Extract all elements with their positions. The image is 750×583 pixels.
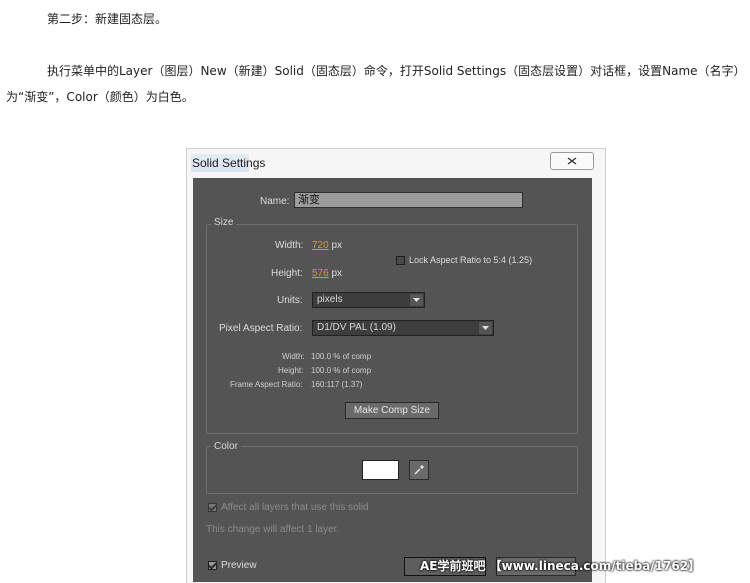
close-x-icon [567,157,577,165]
info-height-label: Height: [278,366,304,375]
info-frame-aspect-value: 160:117 (1.37) [311,380,363,389]
units-dropdown[interactable]: pixels [312,292,425,308]
height-label: Height: [271,268,303,279]
chevron-down-icon [479,322,492,334]
pixel-aspect-value: D1/DV PAL (1.09) [317,322,396,333]
affect-all-checkbox[interactable] [208,503,217,512]
height-value[interactable]: 576 [312,268,329,279]
close-button[interactable] [550,152,594,170]
eyedropper-icon [414,465,424,475]
color-group-title: Color [211,441,241,452]
lock-aspect-label: Lock Aspect Ratio to 5:4 (1.25) [409,255,533,265]
pixel-aspect-label: Pixel Aspect Ratio: [219,323,303,334]
instruction-line-1: 执行菜单中的Layer（图层）New（新建）Solid（固态层）命令，打开Sol… [47,64,746,78]
info-width-value: 100.0 % of comp [311,352,372,361]
affect-all-label: Affect all layers that use this solid [221,502,369,513]
width-value[interactable]: 720 [312,240,329,251]
step-heading: 第二步：新建固态层。 [47,12,168,26]
pixel-aspect-dropdown[interactable]: D1/DV PAL (1.09) [312,320,494,336]
instruction-line-2: 为“渐变”，Color（颜色）为白色。 [6,90,194,104]
info-height-value: 100.0 % of comp [311,366,372,375]
watermark: AE学前班吧 【www.lineca.com/tieba/1762】 [420,559,701,573]
size-group-title: Size [211,217,237,228]
preview-label: Preview [221,560,257,571]
info-width-label: Width: [282,352,305,361]
make-comp-size-button[interactable]: Make Comp Size [345,402,439,419]
affect-note: This change will affect 1 layer. [206,524,340,535]
units-label: Units: [277,295,303,306]
dialog-body: Name: 渐变 Size Width: 720 px Height: 576 … [193,178,592,582]
lock-aspect-checkbox[interactable] [396,256,405,265]
height-unit: px [331,268,343,279]
eyedropper-button[interactable] [409,460,429,480]
info-frame-aspect-label: Frame Aspect Ratio: [230,380,303,389]
color-swatch[interactable] [362,460,399,480]
name-input[interactable]: 渐变 [294,192,523,208]
name-label: Name: [260,196,290,207]
width-unit: px [331,240,343,251]
dialog-title: Solid Settings [192,156,266,170]
units-value: pixels [317,294,343,305]
width-label: Width: [275,240,304,251]
preview-checkbox[interactable] [208,561,217,570]
chevron-down-icon [410,294,423,306]
